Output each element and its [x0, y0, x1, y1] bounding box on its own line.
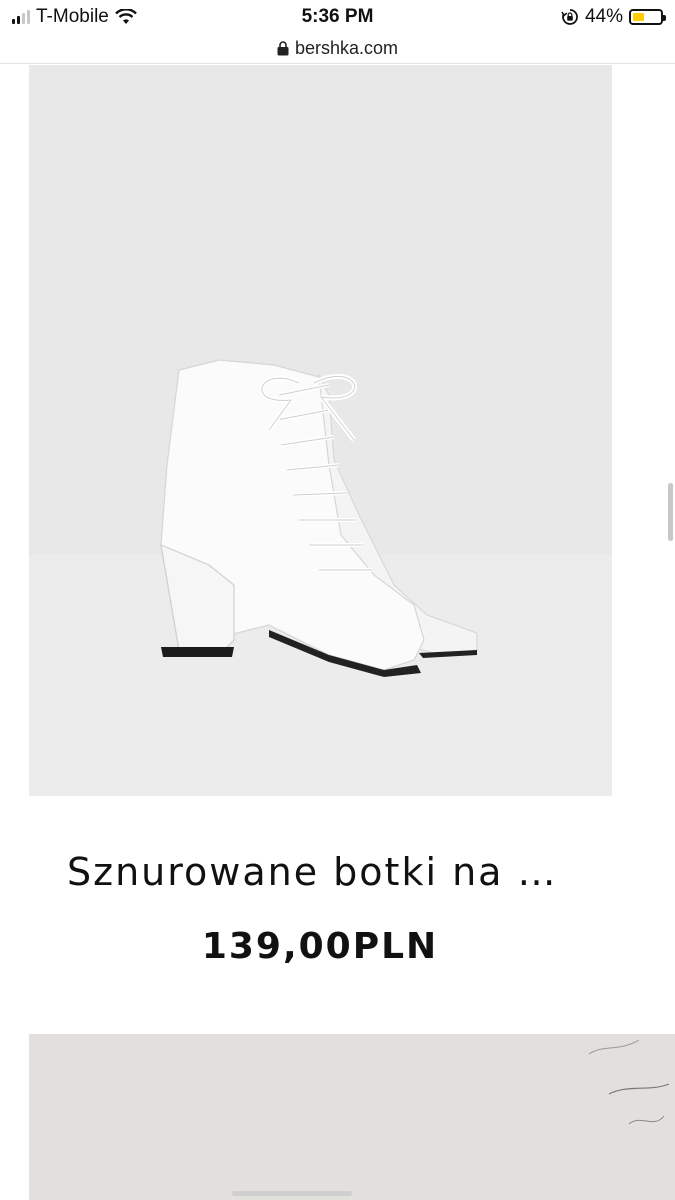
battery-percent: 44%	[584, 6, 623, 27]
rotation-lock-icon	[561, 9, 578, 25]
status-right-group: 44%	[561, 6, 666, 28]
next-product-image[interactable]	[29, 1034, 675, 1200]
product-price: 139,00PLN	[201, 926, 439, 967]
next-product-photo	[588, 1039, 670, 1125]
status-bar: T-Mobile 5:36 PM 44%	[0, 0, 675, 34]
scrollbar[interactable]	[668, 483, 673, 541]
lock-icon	[277, 40, 289, 55]
white-lace-up-boots-image	[160, 359, 478, 677]
product-image[interactable]	[29, 65, 612, 796]
battery-level	[633, 13, 644, 21]
home-indicator[interactable]	[232, 1191, 352, 1196]
battery-icon	[629, 9, 666, 25]
address-bar[interactable]: bershka.com	[0, 33, 675, 64]
product-title[interactable]: Sznurowane botki na …	[67, 850, 558, 894]
url-text: bershka.com	[294, 37, 399, 58]
